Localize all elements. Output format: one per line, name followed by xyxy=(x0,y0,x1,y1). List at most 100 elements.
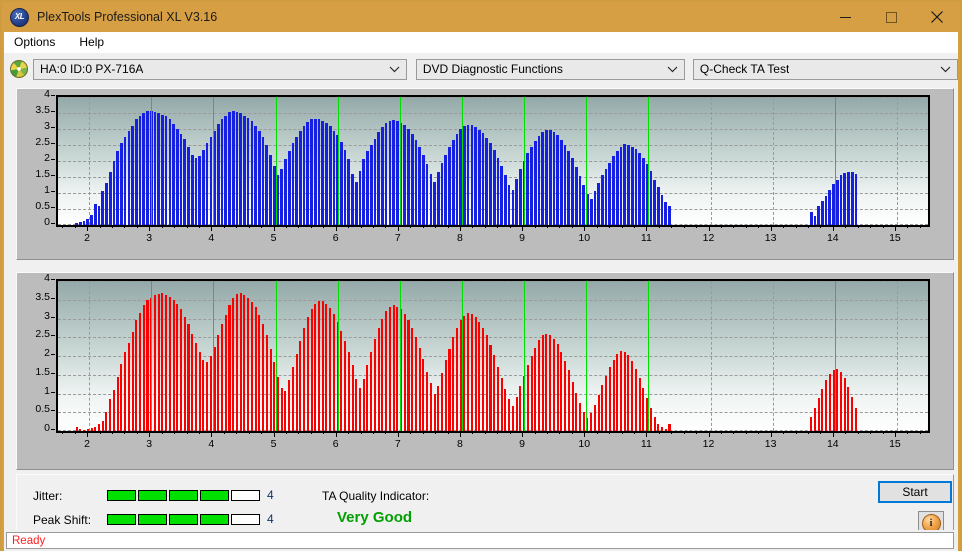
jitter-chart-bar xyxy=(507,185,511,225)
jitter-chart-xtick-mark xyxy=(459,225,461,231)
jitter-chart-bar xyxy=(183,138,187,225)
peak-shift-chart-bar xyxy=(854,407,857,431)
peak-shift-chart-bar xyxy=(828,374,831,431)
jitter-chart-xtick-mark xyxy=(310,225,312,228)
peak-shift-chart-bar xyxy=(489,344,492,431)
jitter-chart-xtick-mark xyxy=(248,225,250,228)
jitter-chart-bar xyxy=(190,154,194,225)
jitter-chart-bar xyxy=(824,195,828,225)
peak-shift-chart-ytick-mark xyxy=(51,297,55,299)
peak-shift-chart-bar xyxy=(437,386,440,431)
peak-shift-chart-xtick-label: 6 xyxy=(332,438,339,450)
peak-shift-chart-bar xyxy=(426,371,429,431)
jitter-chart-bar xyxy=(541,131,545,225)
peak-shift-chart-bar xyxy=(508,399,511,431)
jitter-chart-xtick-mark xyxy=(733,225,735,228)
maximize-icon[interactable] xyxy=(868,2,914,32)
peak-shift-chart-ytick-mark xyxy=(51,429,55,430)
peak-shift-chart-marker-line xyxy=(213,281,215,431)
peak-shift-chart-bar xyxy=(668,424,671,431)
peak-shift-chart-bar xyxy=(254,307,257,431)
jitter-chart-bar xyxy=(175,129,179,225)
peak-shift-chart-bar xyxy=(317,300,321,431)
jitter-meter xyxy=(107,490,260,501)
window-title: PlexTools Professional XL V3.16 xyxy=(37,10,218,24)
peak-shift-chart-bar xyxy=(153,295,156,431)
peak-shift-chart-bar xyxy=(370,352,373,431)
peak-shift-chart-xtick-mark xyxy=(360,431,362,434)
menu-item-options[interactable]: Options xyxy=(12,34,57,50)
menu-item-help[interactable]: Help xyxy=(77,34,106,50)
peak-shift-chart-xtick-mark xyxy=(99,431,101,434)
function-select[interactable]: DVD Diagnostic Functions xyxy=(415,58,685,80)
peak-shift-chart-xtick-mark xyxy=(149,431,151,437)
jitter-chart-xtick-mark xyxy=(223,225,225,228)
jitter-chart-bar xyxy=(436,172,440,225)
peak-shift-chart-bar xyxy=(422,359,425,431)
peak-shift-chart-marker-line xyxy=(461,281,463,431)
jitter-chart-bar xyxy=(548,130,552,225)
peak-shift-chart-xtick-mark xyxy=(248,431,250,434)
jitter-chart-xtick-mark xyxy=(708,225,710,231)
peak-shift-chart-bar xyxy=(817,398,820,431)
peak-shift-chart-bar xyxy=(429,383,432,431)
jitter-chart-bar xyxy=(492,149,496,225)
peak-shift-chart-bar xyxy=(541,335,544,431)
peak-shift-chart-xtick-mark xyxy=(832,431,834,437)
jitter-chart-marker-line xyxy=(213,97,215,225)
jitter-chart-ytick-label: 1.5 xyxy=(35,168,50,180)
jitter-chart-xtick-mark xyxy=(111,225,113,228)
minimize-icon[interactable] xyxy=(822,2,868,32)
jitter-chart-xtick-mark xyxy=(497,225,499,228)
peak-shift-chart-bar xyxy=(385,311,388,431)
jitter-chart-bar xyxy=(79,221,82,225)
peak-shift-chart-xtick-mark xyxy=(559,431,561,434)
peak-shift-chart-xtick-mark xyxy=(845,431,847,434)
peak-shift-chart-xtick-label: 3 xyxy=(146,438,153,450)
peak-shift-chart-bar xyxy=(94,426,97,431)
peak-shift-chart-bar xyxy=(500,377,503,431)
peak-shift-chart-xtick-mark xyxy=(758,431,760,434)
jitter-chart-bar xyxy=(817,205,820,225)
jitter-chart-bar xyxy=(839,175,843,225)
peak-shift-chart-bar xyxy=(638,377,641,431)
jitter-chart-xtick-label: 3 xyxy=(146,232,153,244)
close-icon[interactable] xyxy=(914,2,960,32)
jitter-chart-xtick-label: 11 xyxy=(640,232,652,244)
jitter-chart-xtick-mark xyxy=(584,225,586,231)
peak-shift-chart-ytick-label: 1 xyxy=(44,384,50,397)
peak-shift-chart-xtick-mark xyxy=(882,431,884,434)
jitter-chart-marker-line xyxy=(151,97,153,225)
peak-shift-chart-xtick-label: 11 xyxy=(640,438,652,450)
peak-shift-chart-bar xyxy=(187,324,190,431)
peak-shift-chart-bar xyxy=(847,386,850,431)
xl-app-icon: XL xyxy=(10,7,29,27)
gridline-horizontal xyxy=(58,113,928,114)
jitter-chart-bar xyxy=(809,211,813,225)
jitter-chart-bar xyxy=(250,121,254,225)
jitter-chart-xtick-label: 7 xyxy=(394,232,401,244)
jitter-chart-xtick-mark xyxy=(149,225,151,231)
test-select[interactable]: Q-Check TA Test xyxy=(692,58,958,80)
jitter-chart-bar xyxy=(216,124,220,225)
start-button[interactable]: Start xyxy=(878,481,952,503)
jitter-chart-bar xyxy=(202,149,205,225)
peak-shift-chart-bar xyxy=(235,293,238,431)
jitter-chart-bar xyxy=(477,129,481,225)
jitter-chart-bar xyxy=(638,153,641,225)
peak-shift-chart-bar xyxy=(485,335,488,431)
peak-shift-chart-xtick-mark xyxy=(546,431,548,434)
jitter-chart-xtick-mark xyxy=(845,225,847,228)
jitter-chart-xtick-mark xyxy=(882,225,884,228)
jitter-chart-bar xyxy=(276,175,280,225)
jitter-chart-ytick-label: 0.5 xyxy=(35,200,50,212)
jitter-chart-bar xyxy=(246,117,250,225)
jitter-chart-xtick-mark xyxy=(820,225,822,228)
jitter-chart-xtick-mark xyxy=(683,225,685,228)
jitter-chart-bar xyxy=(358,170,362,225)
drive-select[interactable]: HA:0 ID:0 PX-716A xyxy=(33,58,407,80)
jitter-chart-bar xyxy=(489,143,492,225)
jitter-chart-bar xyxy=(228,112,231,225)
peak-shift-chart-bar xyxy=(206,361,209,431)
peak-shift-chart-bar xyxy=(567,370,570,431)
